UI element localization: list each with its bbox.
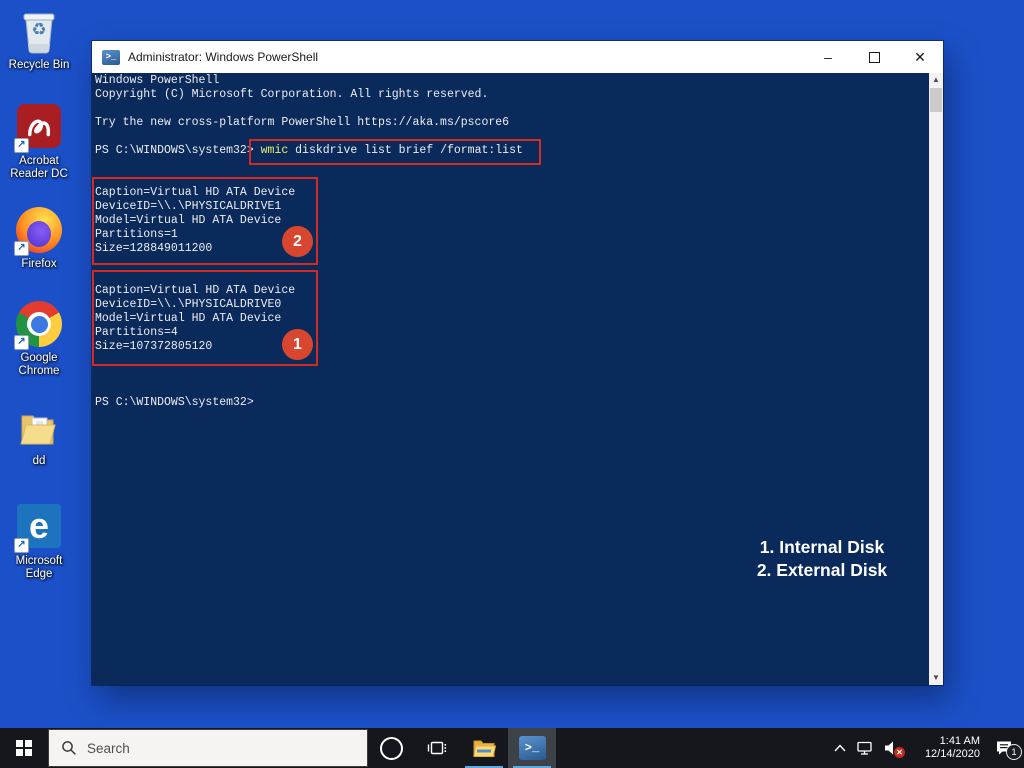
shortcut-arrow-icon: ↗ — [14, 138, 29, 153]
cortana-button[interactable] — [368, 728, 414, 768]
chevron-up-icon — [834, 744, 846, 752]
desktop-icon-label: Google Chrome — [18, 352, 60, 377]
console-scrollbar[interactable]: ▲ ▼ — [929, 73, 943, 685]
desktop-icon-label: Firefox — [21, 258, 57, 270]
desktop-icon-acrobat[interactable]: ↗ Acrobat Reader DC — [1, 102, 77, 181]
window-title: Administrator: Windows PowerShell — [128, 50, 319, 64]
chrome-icon: ↗ — [14, 301, 63, 350]
powershell-window-icon: >_ — [102, 49, 120, 65]
file-explorer-button[interactable] — [460, 728, 508, 768]
acrobat-reader-icon: ↗ — [14, 104, 63, 153]
console-line: Copyright (C) Microsoft Corporation. All… — [95, 88, 489, 101]
firefox-icon: ↗ — [14, 207, 63, 256]
scroll-up-icon[interactable]: ▲ — [929, 73, 943, 87]
window-titlebar[interactable]: >_ Administrator: Windows PowerShell – ✕ — [92, 41, 943, 73]
close-button[interactable]: ✕ — [897, 41, 943, 73]
desktop-icon-label: Microsoft Edge — [15, 555, 63, 580]
annotation-legend: 1. Internal Disk 2. External Disk — [732, 536, 912, 582]
annotation-badge-2: 2 — [282, 226, 313, 257]
shortcut-arrow-icon: ↗ — [14, 335, 29, 350]
console-prompt-line: PS C:\WINDOWS\system32> — [95, 396, 254, 409]
mute-badge-icon: ✕ — [894, 747, 905, 758]
maximize-icon — [868, 51, 880, 63]
recycle-symbol-icon: ♻ — [31, 20, 47, 39]
shortcut-arrow-icon: ↗ — [14, 241, 29, 256]
shortcut-arrow-icon: ↗ — [14, 538, 29, 553]
tray-expand-button[interactable] — [828, 728, 852, 768]
tray-date: 12/14/2020 — [924, 748, 980, 760]
recycle-bin-icon: ♻ — [15, 8, 63, 56]
legend-line: 1. Internal Disk — [759, 537, 885, 557]
system-tray: ✕ 1:41 AM 12/14/2020 1 — [828, 728, 1024, 768]
desktop-icon-label: Acrobat Reader DC — [10, 155, 68, 180]
desktop-icon-label: Recycle Bin — [8, 59, 70, 71]
taskbar-clock[interactable]: 1:41 AM 12/14/2020 — [906, 735, 984, 762]
windows-logo-icon — [16, 740, 32, 756]
maximize-button[interactable] — [851, 41, 897, 73]
tray-time: 1:41 AM — [939, 734, 980, 747]
file-explorer-icon — [473, 740, 497, 757]
prompt-text: PS C:\WINDOWS\system32> — [95, 144, 261, 157]
network-icon — [857, 741, 872, 755]
console-line: Try the new cross-platform PowerShell ht… — [95, 116, 510, 129]
task-view-button[interactable] — [414, 728, 460, 768]
start-button[interactable] — [0, 728, 48, 768]
volume-tray-button[interactable]: ✕ — [878, 728, 906, 768]
search-icon — [62, 741, 76, 755]
annotation-box-disk2 — [92, 177, 318, 265]
taskbar-search[interactable] — [48, 729, 368, 767]
scrollbar-thumb[interactable] — [930, 88, 942, 112]
desktop-icon-dd-folder[interactable]: dd — [1, 404, 77, 468]
annotation-box-command — [249, 139, 541, 165]
task-view-icon — [427, 741, 447, 755]
desktop-icon-firefox[interactable]: ↗ Firefox — [1, 206, 77, 271]
powershell-taskbar-button[interactable]: >_ — [508, 728, 556, 768]
desktop-icon-recycle-bin[interactable]: ♻ Recycle Bin — [1, 8, 77, 72]
desktop-icon-edge[interactable]: e ↗ Microsoft Edge — [1, 502, 77, 581]
console-line: Windows PowerShell — [95, 74, 220, 87]
edge-logo-glyph: e — [28, 505, 50, 546]
scroll-down-icon[interactable]: ▼ — [929, 671, 943, 685]
action-center-button[interactable]: 1 — [984, 728, 1024, 768]
cortana-icon — [379, 736, 403, 760]
powershell-icon: >_ — [518, 736, 546, 760]
powershell-window: >_ Administrator: Windows PowerShell – ✕… — [92, 41, 943, 685]
taskbar: >_ ✕ — [0, 728, 1024, 768]
desktop-icon-label: dd — [32, 455, 46, 467]
console-output-area[interactable]: Windows PowerShell Copyright (C) Microso… — [92, 73, 943, 685]
edge-icon: e ↗ — [14, 504, 63, 553]
legend-line: 2. External Disk — [756, 560, 888, 580]
network-tray-button[interactable] — [852, 728, 878, 768]
desktop-icon-chrome[interactable]: ↗ Google Chrome — [1, 300, 77, 378]
desktop: ♻ Recycle Bin ↗ Acrobat Reader DC ↗ Fire… — [0, 0, 1024, 768]
search-input[interactable] — [85, 729, 367, 767]
notification-badge: 1 — [1006, 744, 1022, 760]
annotation-badge-1: 1 — [282, 329, 313, 360]
folder-icon — [15, 404, 63, 452]
minimize-button[interactable]: – — [805, 41, 851, 73]
